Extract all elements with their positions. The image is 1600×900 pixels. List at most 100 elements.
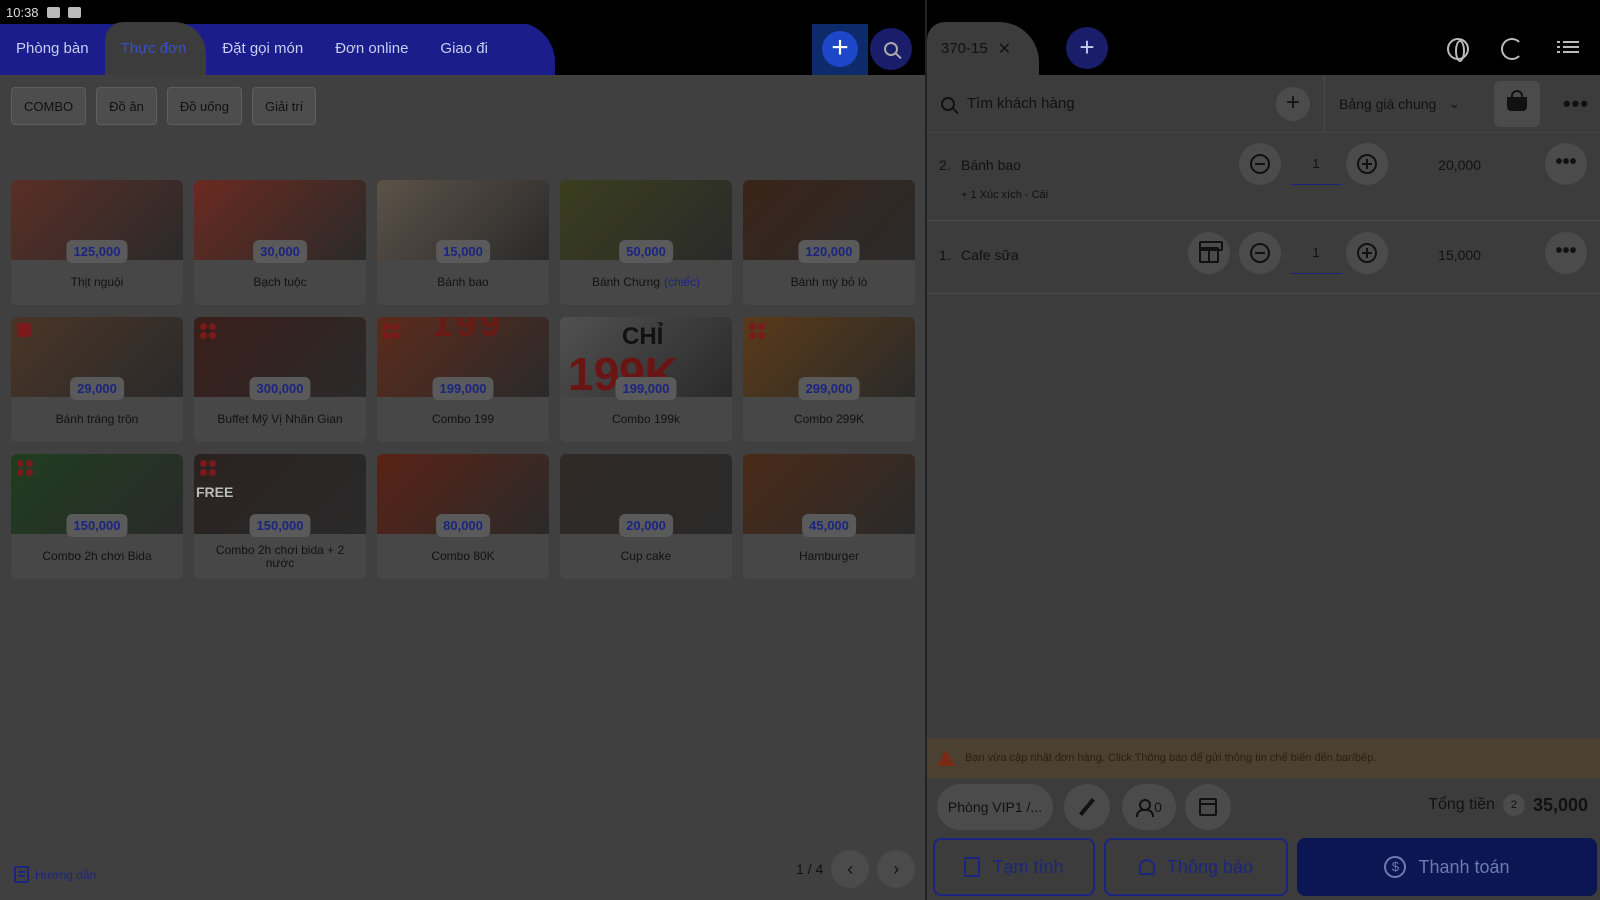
menu-item-name: Bánh bao	[377, 260, 549, 305]
add-item-button[interactable]: +	[812, 22, 868, 75]
line-index: 1.	[939, 247, 951, 263]
order-line[interactable]: 2. Bánh bao + 1 Xúc xích - Cái 1 20,000 …	[927, 133, 1600, 221]
notice-text: Bạn vừa cập nhật đơn hàng. Click Thông b…	[965, 752, 1377, 764]
order-total: Tổng tiền 2 35,000	[1428, 794, 1588, 816]
menu-item-name-text: Combo 80K	[431, 549, 495, 563]
guide-link[interactable]: Hướng dẫn	[14, 866, 96, 883]
tab-giao-di[interactable]: Giao đi	[424, 22, 504, 75]
next-page-button[interactable]: ›	[877, 850, 916, 888]
estimate-label: Tạm tính	[992, 856, 1064, 877]
price-list-select[interactable]: Bảng giá chung ⌄	[1324, 74, 1484, 133]
refresh-icon[interactable]	[1501, 38, 1523, 60]
menu-item-card[interactable]: 45,000 Hamburger	[743, 454, 915, 579]
update-notice: Bạn vừa cập nhật đơn hàng. Click Thông b…	[927, 738, 1600, 778]
line-name: Bánh bao	[961, 157, 1021, 173]
combo-icon	[200, 460, 216, 476]
line-more-button[interactable]: •••	[1545, 143, 1587, 185]
menu-item-card[interactable]: 125,000 Thịt nguội	[11, 180, 183, 305]
status-time: 10:38	[6, 4, 39, 20]
menu-item-image: 50,000	[560, 180, 732, 263]
status-bar: 10:38	[0, 0, 925, 24]
basket-icon	[1507, 89, 1527, 111]
menu-item-price: 199,000	[615, 377, 677, 400]
guests-count: 0	[1136, 799, 1162, 817]
menu-item-name: Bánh mỳ bỏ lò	[743, 260, 915, 305]
item-count-badge: 2	[1502, 794, 1525, 816]
order-tab[interactable]: 370-15 ✕	[927, 22, 1039, 75]
pay-button[interactable]: $ Thanh toán	[1297, 838, 1597, 896]
menu-item-name-text: Combo 199	[431, 412, 495, 426]
category-do-an[interactable]: Đồ ăn	[96, 87, 157, 125]
category-combo[interactable]: COMBO	[11, 87, 87, 125]
menu-item-card[interactable]: 20,000 Cup cake	[560, 454, 732, 579]
increase-qty-button[interactable]	[1346, 232, 1388, 274]
gift-button[interactable]	[1188, 232, 1230, 274]
more-options-button[interactable]: •••	[1556, 91, 1596, 117]
line-more-button[interactable]: •••	[1545, 232, 1587, 274]
combo-icon	[749, 323, 765, 339]
calendar-button[interactable]	[1185, 784, 1231, 830]
total-amount: 35,000	[1532, 794, 1588, 815]
guests-button[interactable]: 0	[1122, 784, 1176, 830]
qty-input[interactable]: 1	[1290, 143, 1342, 185]
menu-item-card[interactable]: 150,000 Combo 2h chơi Bida	[11, 454, 183, 579]
menu-item-price: 50,000	[619, 240, 673, 263]
menu-item-card[interactable]: FREE 150,000 Combo 2h chơi bida + 2 nước	[194, 454, 366, 579]
menu-item-card[interactable]: 50,000 Bánh Chưng (chiếc)	[560, 180, 732, 305]
menu-item-card[interactable]: 199 199,000 Combo 199	[377, 317, 549, 442]
minus-icon	[1250, 154, 1270, 174]
tab-don-online[interactable]: Đơn online	[319, 22, 424, 75]
action-buttons: Tạm tính Thông báo $ Thanh toán	[933, 838, 1597, 896]
image-text-chi: CHỈ	[622, 323, 664, 350]
decrease-qty-button[interactable]	[1239, 143, 1281, 185]
basket-button[interactable]	[1494, 80, 1540, 127]
search-button[interactable]	[870, 28, 912, 70]
notify-button[interactable]: Thông báo	[1104, 838, 1288, 896]
order-line[interactable]: 1. Cafe sữa 1 15,000 •••	[927, 221, 1600, 294]
menu-item-card[interactable]: 80,000 Combo 80K	[377, 454, 549, 579]
globe-icon[interactable]	[1447, 38, 1469, 62]
tab-phong-ban[interactable]: Phòng bàn	[0, 22, 105, 75]
increase-qty-button[interactable]	[1346, 143, 1388, 185]
menu-item-name: Combo 80K	[377, 534, 549, 579]
chevron-down-icon: ⌄	[1448, 95, 1461, 111]
minus-icon	[1250, 243, 1270, 263]
menu-item-name-text: Combo 2h chơi Bida	[42, 549, 152, 563]
menu-item-card[interactable]: 299,000 Combo 299K	[743, 317, 915, 442]
menu-item-card[interactable]: 29,000 Bánh tráng trộn	[11, 317, 183, 442]
customer-search[interactable]: Tìm khách hàng	[941, 95, 1296, 112]
menu-item-card[interactable]: 300,000 Buffet Mỹ Vị Nhân Gian	[194, 317, 366, 442]
menu-item-card[interactable]: 15,000 Bánh bao	[377, 180, 549, 305]
tab-thuc-don[interactable]: Thực đơn	[104, 22, 207, 75]
qty-input[interactable]: 1	[1290, 232, 1342, 274]
line-price: 15,000	[1438, 247, 1481, 263]
estimate-button[interactable]: Tạm tính	[933, 838, 1095, 896]
menu-item-price: 300,000	[249, 377, 311, 400]
list-menu-icon[interactable]	[1557, 38, 1579, 60]
menu-item-card[interactable]: CHỈ 199K 199,000 Combo 199k	[560, 317, 732, 442]
close-icon[interactable]: ✕	[998, 39, 1011, 59]
tab-dat-goi-mon[interactable]: Đặt gọi món	[206, 22, 319, 75]
gift-icon	[1199, 241, 1223, 263]
menu-item-name-text: Bánh mỳ bỏ lò	[790, 275, 868, 289]
image-text-free: FREE	[196, 484, 234, 500]
prev-page-button[interactable]: ‹	[831, 850, 870, 888]
menu-item-image: FREE 150,000	[194, 454, 366, 537]
new-order-button[interactable]: +	[1066, 27, 1108, 69]
document-icon	[14, 866, 29, 883]
cloud-icon	[46, 6, 60, 18]
category-do-uong[interactable]: Đồ uống	[166, 87, 242, 125]
menu-item-card[interactable]: 120,000 Bánh mỳ bỏ lò	[743, 180, 915, 305]
add-customer-button[interactable]: +	[1276, 86, 1310, 121]
menu-item-card[interactable]: 30,000 Bạch tuộc	[194, 180, 366, 305]
pos-app: Phòng bàn Thực đơn Đặt gọi món Đơn onlin…	[0, 0, 1600, 900]
category-giai-tri[interactable]: Giải trí	[251, 87, 317, 125]
room-chip[interactable]: Phòng VIP1 /...	[937, 784, 1053, 830]
menu-item-image: 120,000	[743, 180, 915, 263]
menu-item-name-text: Cup cake	[620, 549, 672, 563]
edit-button[interactable]	[1064, 784, 1110, 830]
menu-item-name: Bánh Chưng (chiếc)	[560, 260, 732, 305]
decrease-qty-button[interactable]	[1239, 232, 1281, 274]
menu-item-price: 20,000	[619, 514, 673, 537]
customer-search-input[interactable]: Tìm khách hàng	[967, 95, 1075, 112]
